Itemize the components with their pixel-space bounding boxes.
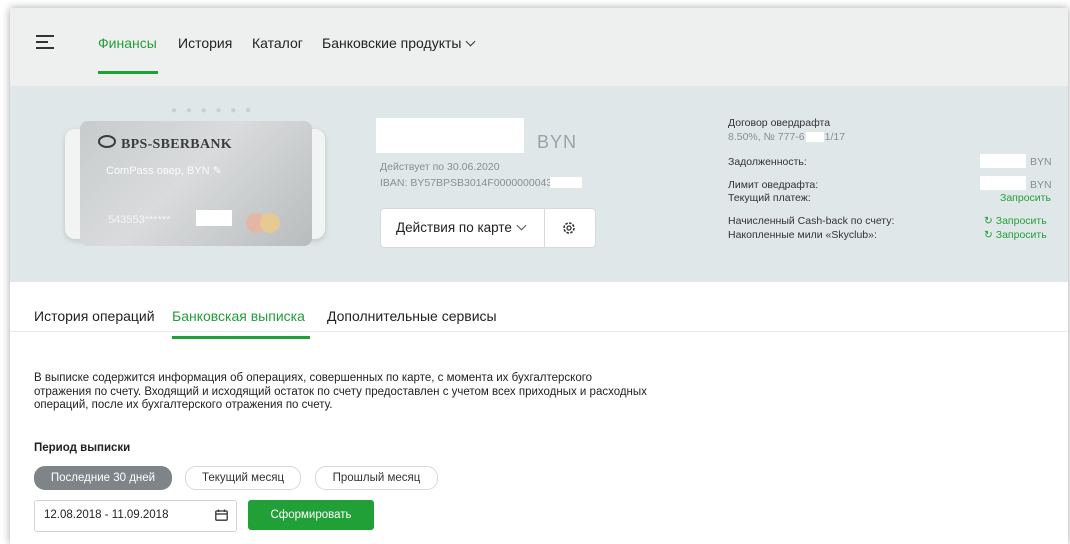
statement-description: В выписке содержится информация об опера… — [34, 372, 724, 413]
app-window: Финансы История Каталог Банковские проду… — [10, 8, 1068, 544]
cashback-label: Начисленный Cash-back по счету: — [728, 215, 895, 227]
tabs-divider — [10, 331, 1068, 332]
tab-operations-history[interactable]: История операций — [34, 308, 155, 324]
top-navigation: Финансы История Каталог Банковские проду… — [10, 8, 1068, 86]
debt-amount-mask — [980, 154, 1026, 168]
card-validity: Действует по 30.06.2020 — [380, 161, 500, 173]
gear-icon[interactable] — [561, 220, 577, 236]
nav-history[interactable]: История — [178, 35, 232, 51]
nav-bank-products[interactable]: Банковские продукты — [322, 35, 476, 51]
card-pager-dots[interactable]: ● ● ● ● ● ● — [171, 105, 254, 116]
date-range-input[interactable]: 12.08.2018 - 11.09.2018 — [34, 500, 237, 532]
balance-currency: BYN — [537, 132, 578, 152]
card-name-text: ComPass овер, BYN — [106, 165, 210, 177]
date-range-value: 12.08.2018 - 11.09.2018 — [44, 509, 169, 521]
chevron-down-icon — [516, 220, 527, 231]
iban-mask — [550, 177, 582, 188]
card-number-mask — [196, 210, 232, 226]
overdraft-terms: 8.50%, № 777-6 1/17 — [728, 131, 845, 143]
chip-last-30-days[interactable]: Последние 30 дней — [34, 466, 172, 490]
calendar-icon[interactable] — [215, 509, 228, 521]
menu-icon[interactable] — [36, 34, 54, 50]
cashback-request-label: Запросить — [995, 215, 1047, 227]
payment-system-logo-right — [260, 213, 280, 233]
refresh-icon: ↻ — [984, 215, 993, 227]
debt-label: Задолженность: — [728, 156, 807, 168]
description-line: операций, после их бухгалтерского отраже… — [34, 399, 333, 411]
chip-current-month[interactable]: Текущий месяц — [185, 466, 301, 490]
nav-finances[interactable]: Финансы — [98, 35, 157, 51]
miles-request-link[interactable]: ↻ Запросить — [984, 229, 1047, 241]
divider — [544, 209, 545, 247]
overdraft-terms-prefix: 8.50%, № 777-6 — [728, 131, 805, 143]
card-name: ComPass овер, BYN ✎ — [106, 164, 222, 177]
current-payment-label: Текущий платеж: — [728, 192, 811, 204]
edit-icon[interactable]: ✎ — [213, 165, 222, 177]
limit-amount-mask — [980, 176, 1026, 190]
tab-additional-services[interactable]: Дополнительные сервисы — [327, 308, 497, 324]
miles-label: Накопленные мили «Skyclub»: — [728, 229, 877, 241]
bank-logo: BPS-SBERBANK — [98, 135, 232, 153]
bank-logo-text: BPS-SBERBANK — [121, 137, 232, 152]
bank-card[interactable]: BPS-SBERBANK ComPass овер, BYN ✎ 543553*… — [80, 121, 312, 246]
cashback-request-link[interactable]: ↻ Запросить — [984, 215, 1047, 227]
generate-statement-button[interactable]: Сформировать — [248, 500, 374, 530]
overdraft-terms-suffix: 1/17 — [824, 131, 846, 143]
description-line: В выписке содержится информация об опера… — [34, 372, 593, 384]
refresh-icon: ↻ — [984, 229, 993, 241]
bank-logo-icon — [98, 135, 116, 148]
current-payment-request-link[interactable]: Запросить — [1000, 192, 1051, 204]
period-title: Период выписки — [34, 442, 131, 454]
balance-mask — [376, 118, 524, 153]
limit-currency: BYN — [1030, 179, 1052, 191]
active-tab-indicator — [172, 336, 310, 339]
debt-currency: BYN — [1030, 156, 1052, 168]
overdraft-title: Договор овердрафта — [728, 117, 831, 129]
tab-bank-statement[interactable]: Банковская выписка — [172, 308, 305, 324]
card-number: 543553****** — [108, 214, 171, 226]
limit-label: Лимит оведрафта: — [728, 179, 819, 191]
nav-bank-products-label: Банковские продукты — [322, 35, 462, 51]
nav-catalog[interactable]: Каталог — [252, 35, 303, 51]
card-actions-control: Действия по карте — [380, 208, 596, 248]
active-nav-indicator — [98, 71, 158, 74]
overdraft-number-mask — [805, 132, 824, 143]
description-line: отражения по счету. Входящий и исходящий… — [34, 385, 647, 398]
card-iban: IBAN: BY57BPSB3014F0000000043 — [380, 177, 553, 189]
miles-request-label: Запросить — [995, 229, 1047, 241]
chevron-down-icon — [466, 36, 476, 47]
chip-previous-month[interactable]: Прошлый месяц — [315, 466, 438, 490]
card-actions-dropdown[interactable]: Действия по карте — [396, 220, 512, 235]
